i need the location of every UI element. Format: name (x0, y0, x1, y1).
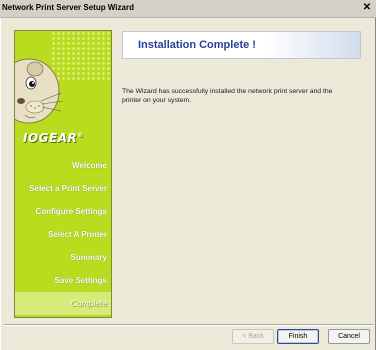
wizard-window: IOGEAR® Welcome Select a Print Server Co… (0, 18, 376, 350)
page-header: Installation Complete ! (122, 31, 361, 59)
title-bar: Network Print Server Setup Wizard ✕ (0, 0, 376, 18)
step-configure-settings: Configure Settings (35, 207, 107, 216)
completion-message: The Wizard has successfully installed th… (122, 88, 333, 104)
step-save-settings: Save Settings (54, 276, 107, 285)
cancel-button[interactable]: Cancel (328, 329, 370, 344)
page-title: Installation Complete ! (138, 39, 256, 51)
step-list: Welcome Select a Print Server Configure … (15, 154, 111, 315)
logo-wordmark: IOGEAR (23, 131, 78, 145)
finish-button[interactable]: Finish (277, 329, 319, 344)
mascot-image (15, 58, 64, 124)
step-select-printer: Select A Printer (48, 230, 107, 239)
step-complete: Complete (15, 292, 111, 315)
close-icon[interactable]: ✕ (361, 2, 373, 14)
footer-divider (4, 324, 374, 326)
logo-registered-mark: ® (77, 132, 84, 139)
brand-logo: IOGEAR® (23, 131, 111, 147)
window-title: Network Print Server Setup Wizard (2, 3, 134, 12)
step-summary: Summary (70, 253, 107, 262)
wizard-sidebar: IOGEAR® Welcome Select a Print Server Co… (14, 30, 112, 318)
step-select-print-server: Select a Print Server (29, 184, 107, 193)
back-button[interactable]: < Back (232, 329, 274, 344)
step-welcome: Welcome (72, 161, 107, 170)
